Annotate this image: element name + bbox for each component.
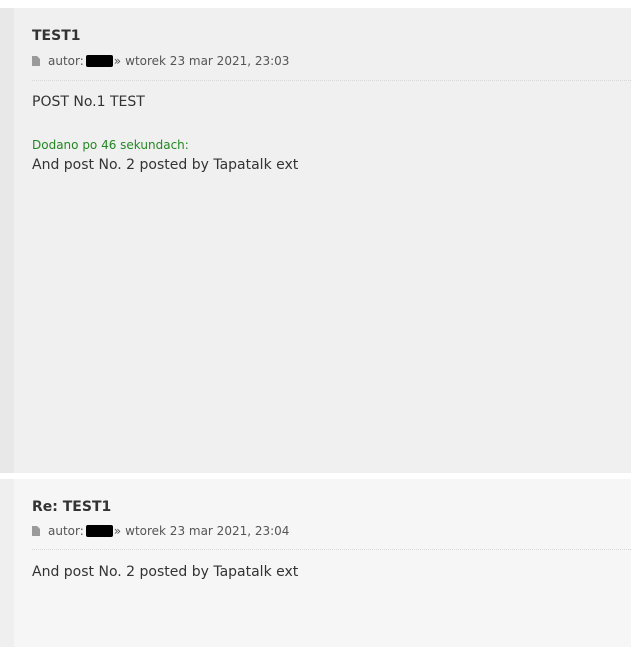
author-name-redacted[interactable] [85,525,113,537]
meta-separator: » [113,524,122,538]
post-body: Re: TEST1 autor: » wtorek 23 mar 2021, 2… [14,479,631,647]
post-gutter [0,479,14,647]
post-divider [32,549,631,550]
post-meta: autor: » wtorek 23 mar 2021, 23:04 [32,524,289,538]
post-title[interactable]: Re: TEST1 [32,499,111,515]
merged-post-note: Dodano po 46 sekundach: [32,138,189,152]
post-2: Re: TEST1 autor: » wtorek 23 mar 2021, 2… [0,479,631,647]
document-icon[interactable] [32,56,40,66]
post-body: TEST1 autor: » wtorek 23 mar 2021, 23:03… [14,8,631,473]
document-icon[interactable] [32,526,40,536]
post-content: And post No. 2 posted by Tapatalk ext [32,564,299,580]
post-meta: autor: » wtorek 23 mar 2021, 23:03 [32,54,289,68]
author-label: autor: [48,54,84,68]
post-title[interactable]: TEST1 [32,28,81,44]
meta-separator: » [113,54,122,68]
author-label: autor: [48,524,84,538]
post-date: wtorek 23 mar 2021, 23:03 [125,54,290,68]
author-name-redacted[interactable] [85,55,113,67]
post-gutter [0,8,14,473]
post-divider [32,80,631,81]
merged-post-content: And post No. 2 posted by Tapatalk ext [32,157,299,173]
post-date: wtorek 23 mar 2021, 23:04 [125,524,290,538]
post-content: POST No.1 TEST [32,94,145,110]
post-1: TEST1 autor: » wtorek 23 mar 2021, 23:03… [0,8,631,473]
